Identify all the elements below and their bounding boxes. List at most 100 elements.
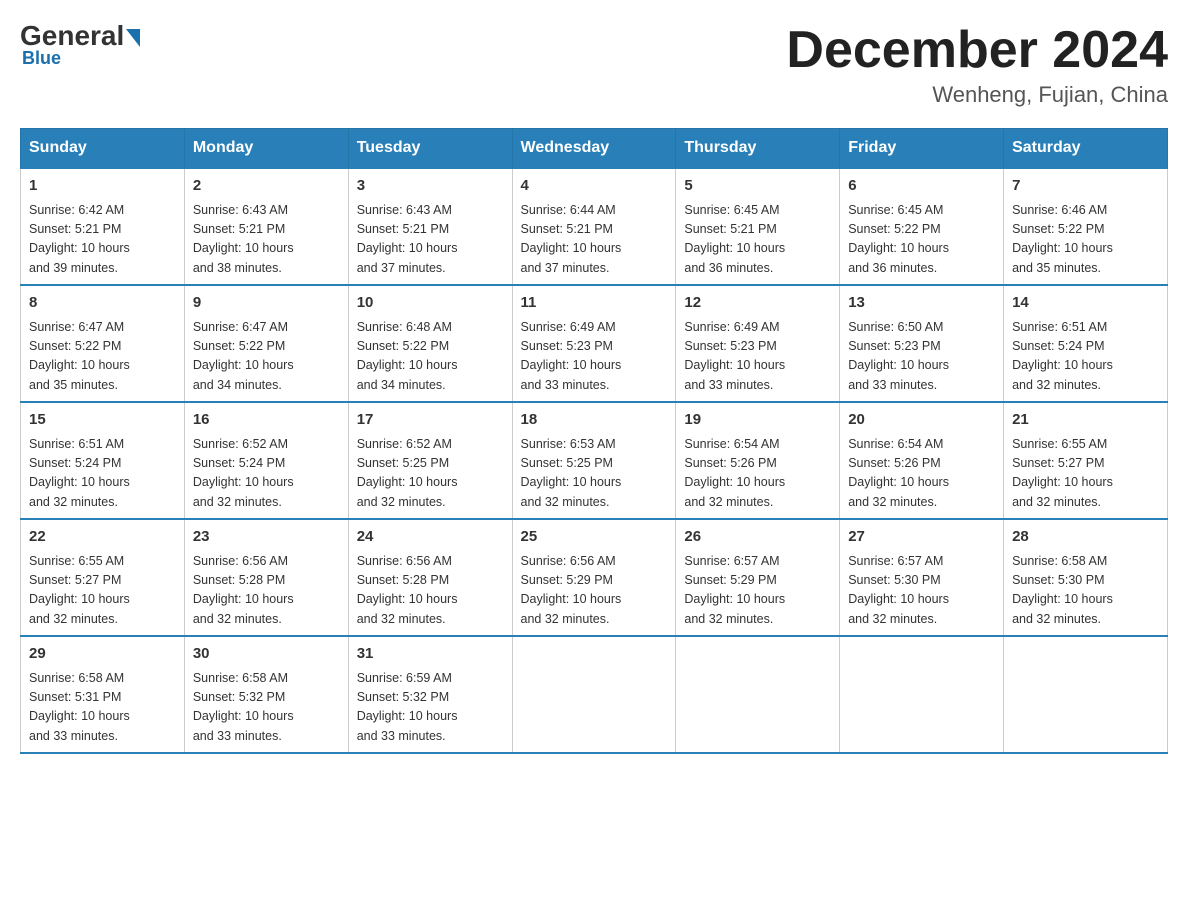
calendar-cell: 19 Sunrise: 6:54 AMSunset: 5:26 PMDayligh… [676, 402, 840, 519]
day-number: 27 [848, 526, 995, 549]
weekday-header-friday: Friday [840, 129, 1004, 169]
logo-triangle-icon [126, 29, 140, 47]
location-text: Wenheng, Fujian, China [786, 82, 1168, 108]
day-number: 7 [1012, 175, 1159, 198]
calendar-cell: 5 Sunrise: 6:45 AMSunset: 5:21 PMDaylight… [676, 168, 840, 285]
day-info: Sunrise: 6:52 AMSunset: 5:24 PMDaylight:… [193, 435, 340, 513]
day-info: Sunrise: 6:51 AMSunset: 5:24 PMDaylight:… [29, 435, 176, 513]
weekday-header-saturday: Saturday [1004, 129, 1168, 169]
day-number: 12 [684, 292, 831, 315]
day-info: Sunrise: 6:45 AMSunset: 5:21 PMDaylight:… [684, 201, 831, 279]
day-number: 23 [193, 526, 340, 549]
day-info: Sunrise: 6:55 AMSunset: 5:27 PMDaylight:… [1012, 435, 1159, 513]
day-number: 30 [193, 643, 340, 666]
calendar-cell: 22 Sunrise: 6:55 AMSunset: 5:27 PMDayligh… [21, 519, 185, 636]
weekday-header-monday: Monday [184, 129, 348, 169]
calendar-cell: 21 Sunrise: 6:55 AMSunset: 5:27 PMDayligh… [1004, 402, 1168, 519]
calendar-cell: 3 Sunrise: 6:43 AMSunset: 5:21 PMDaylight… [348, 168, 512, 285]
day-info: Sunrise: 6:55 AMSunset: 5:27 PMDaylight:… [29, 552, 176, 630]
calendar-cell: 31Sunrise: 6:59 AMSunset: 5:32 PMDayligh… [348, 636, 512, 753]
weekday-header-tuesday: Tuesday [348, 129, 512, 169]
day-info: Sunrise: 6:46 AMSunset: 5:22 PMDaylight:… [1012, 201, 1159, 279]
weekday-header-sunday: Sunday [21, 129, 185, 169]
day-number: 3 [357, 175, 504, 198]
day-number: 14 [1012, 292, 1159, 315]
day-number: 5 [684, 175, 831, 198]
calendar-cell: 6 Sunrise: 6:45 AMSunset: 5:22 PMDaylight… [840, 168, 1004, 285]
calendar-week-row: 22 Sunrise: 6:55 AMSunset: 5:27 PMDayligh… [21, 519, 1168, 636]
calendar-cell: 9 Sunrise: 6:47 AMSunset: 5:22 PMDaylight… [184, 285, 348, 402]
day-number: 16 [193, 409, 340, 432]
day-info: Sunrise: 6:47 AMSunset: 5:22 PMDaylight:… [29, 318, 176, 396]
calendar-cell: 2 Sunrise: 6:43 AMSunset: 5:21 PMDaylight… [184, 168, 348, 285]
calendar-week-row: 15 Sunrise: 6:51 AMSunset: 5:24 PMDayligh… [21, 402, 1168, 519]
calendar-cell: 11 Sunrise: 6:49 AMSunset: 5:23 PMDayligh… [512, 285, 676, 402]
day-info: Sunrise: 6:54 AMSunset: 5:26 PMDaylight:… [848, 435, 995, 513]
calendar-cell: 12 Sunrise: 6:49 AMSunset: 5:23 PMDayligh… [676, 285, 840, 402]
day-info: Sunrise: 6:53 AMSunset: 5:25 PMDaylight:… [521, 435, 668, 513]
day-number: 24 [357, 526, 504, 549]
day-number: 2 [193, 175, 340, 198]
day-info: Sunrise: 6:56 AMSunset: 5:28 PMDaylight:… [357, 552, 504, 630]
day-number: 28 [1012, 526, 1159, 549]
day-info: Sunrise: 6:52 AMSunset: 5:25 PMDaylight:… [357, 435, 504, 513]
logo: General Blue [20, 20, 140, 69]
day-info: Sunrise: 6:57 AMSunset: 5:30 PMDaylight:… [848, 552, 995, 630]
day-info: Sunrise: 6:57 AMSunset: 5:29 PMDaylight:… [684, 552, 831, 630]
day-info: Sunrise: 6:43 AMSunset: 5:21 PMDaylight:… [357, 201, 504, 279]
day-number: 21 [1012, 409, 1159, 432]
calendar-cell [1004, 636, 1168, 753]
calendar-cell: 8 Sunrise: 6:47 AMSunset: 5:22 PMDaylight… [21, 285, 185, 402]
calendar-cell: 16 Sunrise: 6:52 AMSunset: 5:24 PMDayligh… [184, 402, 348, 519]
day-number: 6 [848, 175, 995, 198]
title-section: December 2024 Wenheng, Fujian, China [786, 20, 1168, 108]
calendar-cell: 17 Sunrise: 6:52 AMSunset: 5:25 PMDayligh… [348, 402, 512, 519]
calendar-cell: 24 Sunrise: 6:56 AMSunset: 5:28 PMDayligh… [348, 519, 512, 636]
calendar-table: SundayMondayTuesdayWednesdayThursdayFrid… [20, 128, 1168, 754]
day-info: Sunrise: 6:44 AMSunset: 5:21 PMDaylight:… [521, 201, 668, 279]
day-info: Sunrise: 6:59 AMSunset: 5:32 PMDaylight:… [357, 669, 504, 747]
day-info: Sunrise: 6:54 AMSunset: 5:26 PMDaylight:… [684, 435, 831, 513]
day-info: Sunrise: 6:45 AMSunset: 5:22 PMDaylight:… [848, 201, 995, 279]
calendar-cell: 10Sunrise: 6:48 AMSunset: 5:22 PMDayligh… [348, 285, 512, 402]
day-info: Sunrise: 6:49 AMSunset: 5:23 PMDaylight:… [684, 318, 831, 396]
day-number: 18 [521, 409, 668, 432]
calendar-header-row: SundayMondayTuesdayWednesdayThursdayFrid… [21, 129, 1168, 169]
day-number: 19 [684, 409, 831, 432]
logo-blue-text: Blue [22, 48, 140, 69]
calendar-cell [840, 636, 1004, 753]
day-info: Sunrise: 6:42 AMSunset: 5:21 PMDaylight:… [29, 201, 176, 279]
day-number: 11 [521, 292, 668, 315]
calendar-cell: 4Sunrise: 6:44 AMSunset: 5:21 PMDaylight… [512, 168, 676, 285]
weekday-header-wednesday: Wednesday [512, 129, 676, 169]
month-title: December 2024 [786, 20, 1168, 80]
day-number: 1 [29, 175, 176, 198]
day-info: Sunrise: 6:51 AMSunset: 5:24 PMDaylight:… [1012, 318, 1159, 396]
day-number: 8 [29, 292, 176, 315]
day-number: 9 [193, 292, 340, 315]
day-info: Sunrise: 6:58 AMSunset: 5:32 PMDaylight:… [193, 669, 340, 747]
day-number: 17 [357, 409, 504, 432]
calendar-cell: 1 Sunrise: 6:42 AMSunset: 5:21 PMDaylight… [21, 168, 185, 285]
calendar-cell: 18 Sunrise: 6:53 AMSunset: 5:25 PMDayligh… [512, 402, 676, 519]
day-number: 13 [848, 292, 995, 315]
day-info: Sunrise: 6:58 AMSunset: 5:30 PMDaylight:… [1012, 552, 1159, 630]
day-number: 15 [29, 409, 176, 432]
day-info: Sunrise: 6:50 AMSunset: 5:23 PMDaylight:… [848, 318, 995, 396]
day-info: Sunrise: 6:47 AMSunset: 5:22 PMDaylight:… [193, 318, 340, 396]
page-header: General Blue December 2024 Wenheng, Fuji… [20, 20, 1168, 108]
calendar-week-row: 29Sunrise: 6:58 AMSunset: 5:31 PMDayligh… [21, 636, 1168, 753]
day-info: Sunrise: 6:43 AMSunset: 5:21 PMDaylight:… [193, 201, 340, 279]
day-info: Sunrise: 6:49 AMSunset: 5:23 PMDaylight:… [521, 318, 668, 396]
calendar-cell: 29Sunrise: 6:58 AMSunset: 5:31 PMDayligh… [21, 636, 185, 753]
calendar-cell: 23Sunrise: 6:56 AMSunset: 5:28 PMDayligh… [184, 519, 348, 636]
calendar-cell: 13 Sunrise: 6:50 AMSunset: 5:23 PMDayligh… [840, 285, 1004, 402]
calendar-cell [512, 636, 676, 753]
calendar-cell: 28 Sunrise: 6:58 AMSunset: 5:30 PMDayligh… [1004, 519, 1168, 636]
day-number: 22 [29, 526, 176, 549]
weekday-header-thursday: Thursday [676, 129, 840, 169]
calendar-week-row: 1 Sunrise: 6:42 AMSunset: 5:21 PMDaylight… [21, 168, 1168, 285]
day-number: 10 [357, 292, 504, 315]
day-number: 20 [848, 409, 995, 432]
calendar-cell: 26Sunrise: 6:57 AMSunset: 5:29 PMDayligh… [676, 519, 840, 636]
